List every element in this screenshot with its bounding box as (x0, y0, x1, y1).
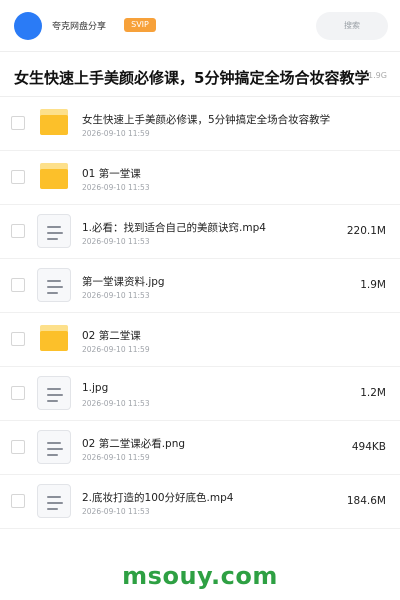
list-item[interactable]: 2.底妆打造的100分好底色.mp4 2026-09-10 11:53 184.… (0, 475, 400, 529)
select-checkbox[interactable] (11, 494, 25, 508)
select-checkbox[interactable] (11, 224, 25, 238)
file-icon (37, 430, 71, 464)
select-checkbox[interactable] (11, 440, 25, 454)
total-size: 1.9G (368, 71, 387, 80)
avatar[interactable] (14, 12, 42, 40)
list-item[interactable]: 1.jpg 2026-09-10 11:53 1.2M (0, 367, 400, 421)
item-name: 01 第一堂课 (82, 168, 141, 180)
item-size: 220.1M (346, 225, 386, 237)
share-name: 夸克网盘分享 (52, 22, 107, 32)
item-date: 2026-09-10 11:59 (82, 345, 150, 354)
item-size: 494KB (351, 441, 386, 453)
list-item[interactable]: 02 第二堂课 2026-09-10 11:59 (0, 313, 400, 367)
file-icon (37, 484, 71, 518)
watermark: msouy.com (122, 562, 278, 590)
item-name: 2.底妆打造的100分好底色.mp4 (82, 492, 234, 504)
search-input[interactable]: 搜索 (316, 12, 388, 40)
item-size: 184.6M (346, 495, 386, 507)
item-name: 02 第二堂课必看.png (82, 438, 186, 450)
select-checkbox[interactable] (11, 278, 25, 292)
item-name: 02 第二堂课 (82, 330, 141, 342)
page-title: 女生快速上手美颜必修课，5分钟搞定全场合妆容教学 (14, 69, 370, 87)
svip-badge: SVIP (124, 18, 156, 32)
select-checkbox[interactable] (11, 332, 25, 346)
file-icon (37, 376, 71, 410)
item-date: 2026-09-10 11:53 (82, 507, 150, 516)
header: 夸克网盘分享 SVIP 搜索 (0, 0, 400, 52)
item-size: 1.9M (360, 279, 386, 291)
file-list: 女生快速上手美颜必修课，5分钟搞定全场合妆容教学 2026-09-10 11:5… (0, 97, 400, 529)
file-icon (37, 268, 71, 302)
select-checkbox[interactable] (11, 116, 25, 130)
folder-title-bar: 女生快速上手美颜必修课，5分钟搞定全场合妆容教学 1.9G (0, 53, 400, 97)
item-date: 2026-09-10 11:53 (82, 183, 150, 192)
item-date: 2026-09-10 11:59 (82, 453, 150, 462)
list-item[interactable]: 女生快速上手美颜必修课，5分钟搞定全场合妆容教学 2026-09-10 11:5… (0, 97, 400, 151)
list-item[interactable]: 02 第二堂课必看.png 2026-09-10 11:59 494KB (0, 421, 400, 475)
item-date: 2026-09-10 11:59 (82, 129, 150, 138)
file-icon (37, 214, 71, 248)
list-item[interactable]: 1.必看：找到适合自己的美颜诀窍.mp4 2026-09-10 11:53 22… (0, 205, 400, 259)
folder-icon (40, 163, 68, 189)
item-size: 1.2M (360, 387, 386, 399)
list-item[interactable]: 第一堂课资料.jpg 2026-09-10 11:53 1.9M (0, 259, 400, 313)
item-name: 女生快速上手美颜必修课，5分钟搞定全场合妆容教学 (82, 114, 331, 126)
item-date: 2026-09-10 11:53 (82, 399, 150, 408)
item-name: 1.必看：找到适合自己的美颜诀窍.mp4 (82, 222, 266, 234)
folder-icon (40, 109, 68, 135)
item-date: 2026-09-10 11:53 (82, 237, 150, 246)
item-name: 第一堂课资料.jpg (82, 276, 165, 288)
folder-icon (40, 325, 68, 351)
item-name: 1.jpg (82, 382, 109, 394)
select-checkbox[interactable] (11, 386, 25, 400)
select-checkbox[interactable] (11, 170, 25, 184)
list-item[interactable]: 01 第一堂课 2026-09-10 11:53 (0, 151, 400, 205)
item-date: 2026-09-10 11:53 (82, 291, 150, 300)
